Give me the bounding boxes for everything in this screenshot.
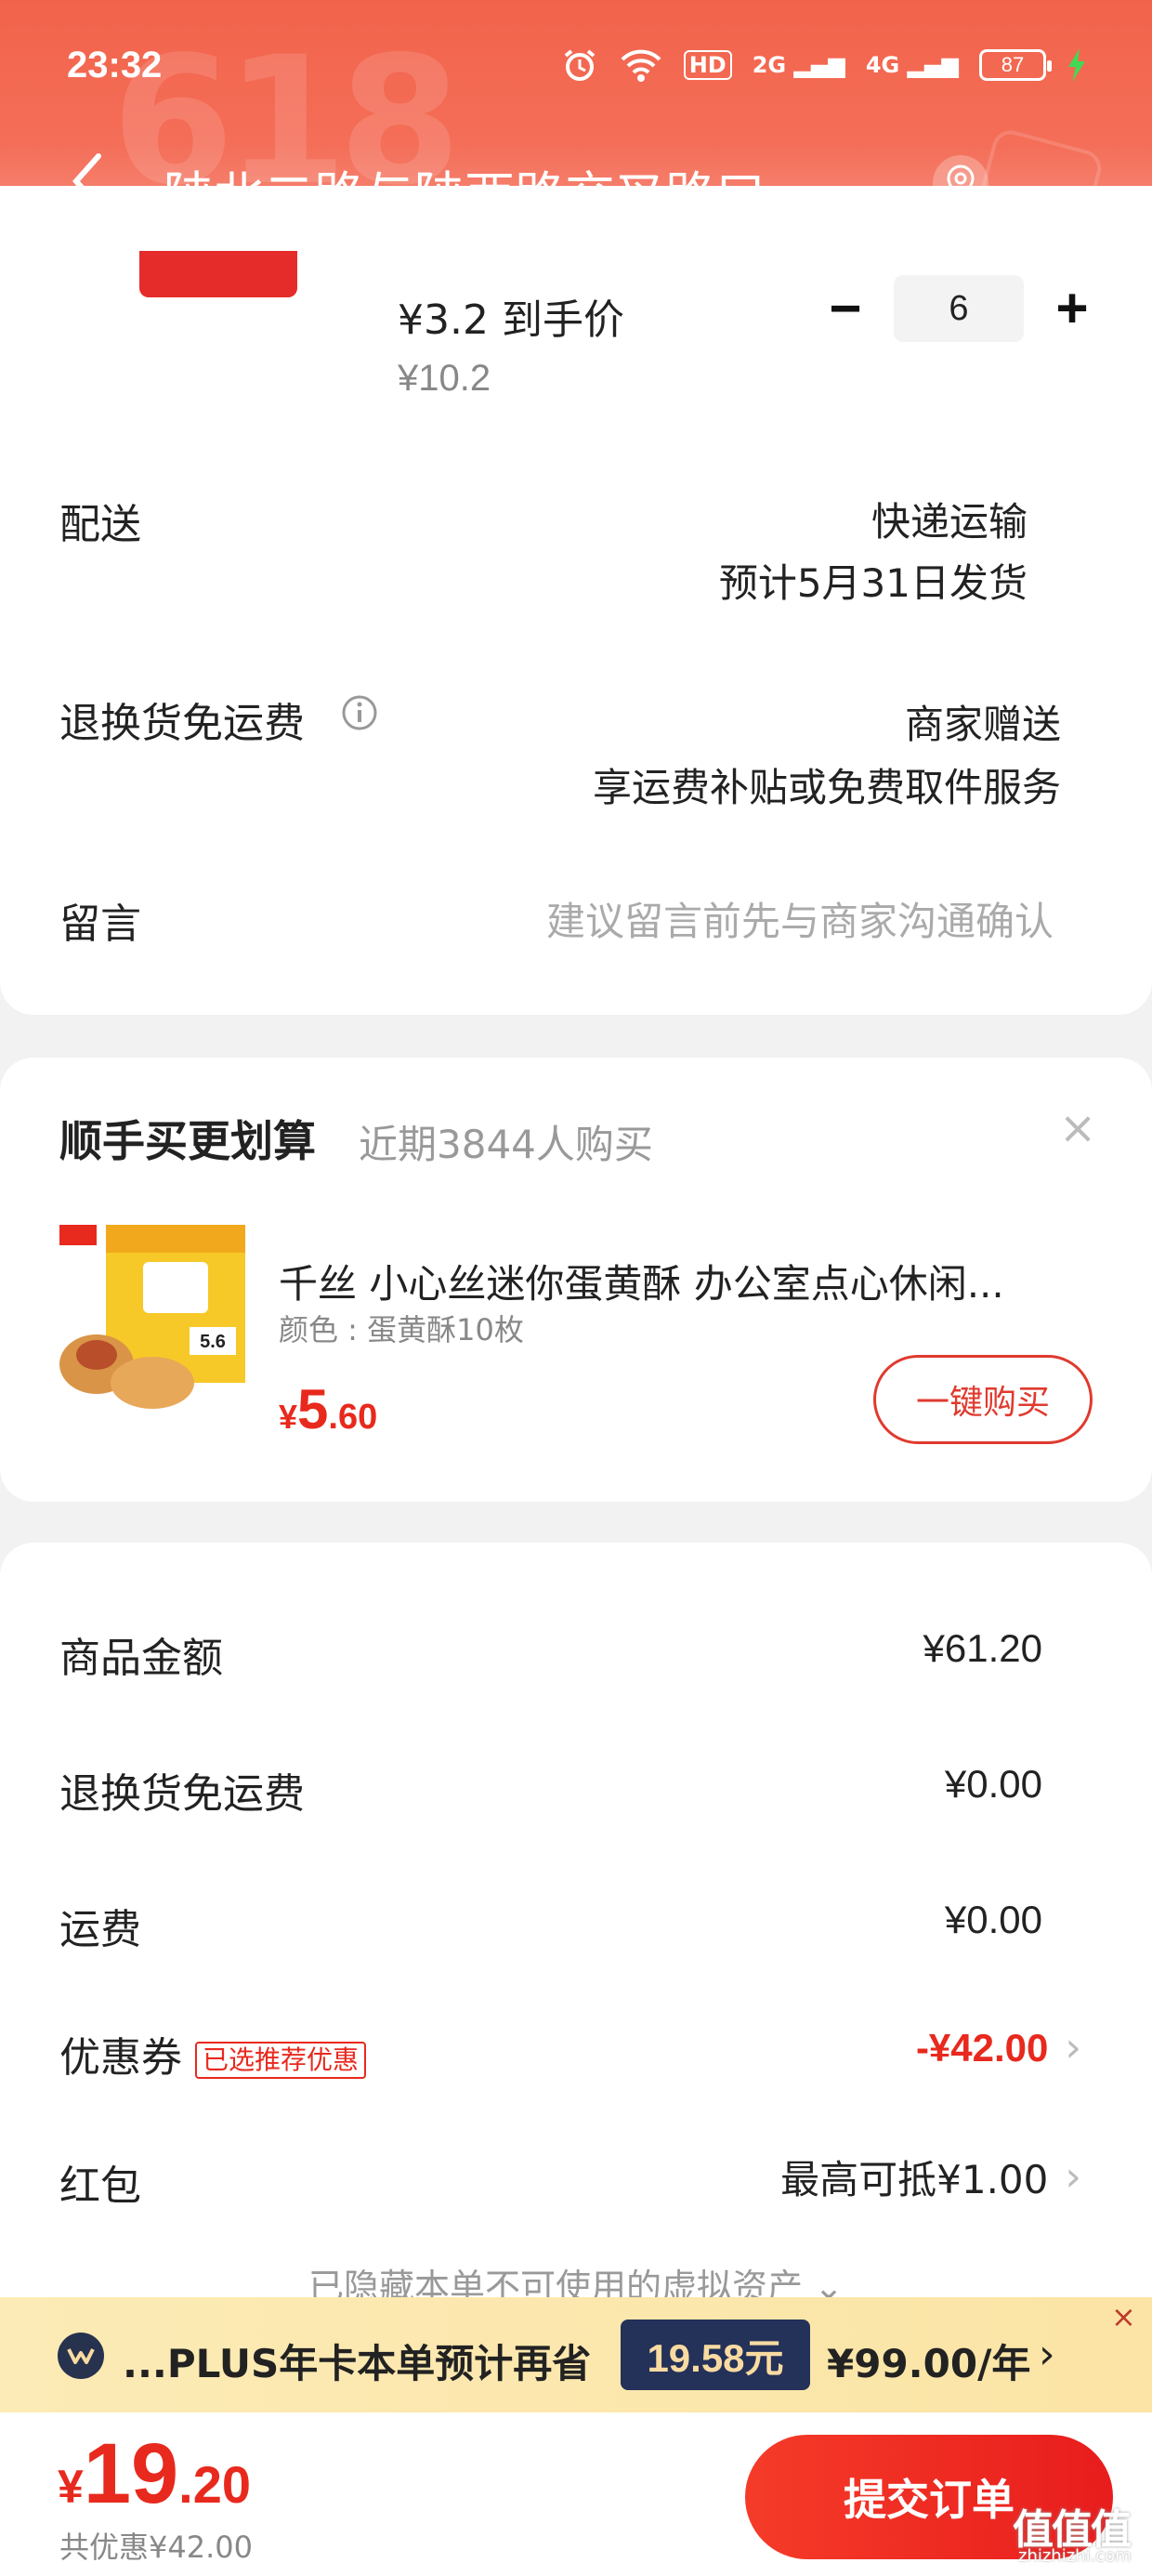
chevron-right-icon: › xyxy=(1065,2024,1081,2071)
status-time: 23:32 xyxy=(67,45,163,85)
charging-icon xyxy=(1068,48,1085,82)
one-click-buy-button[interactable]: 一键购买 xyxy=(873,1355,1093,1444)
close-banner-icon[interactable]: × xyxy=(1111,2299,1136,2334)
goods-amount-value: ¥61.20 xyxy=(923,1626,1042,1670)
battery-icon: 87 xyxy=(979,49,1052,81)
shipping-value: ¥0.00 xyxy=(944,1898,1042,1941)
delivery-label: 配送 xyxy=(59,501,141,548)
goods-amount-label: 商品金额 xyxy=(59,1635,223,1682)
total-price: ¥19.20 xyxy=(58,2426,252,2521)
watermark-url: zhizhizhi.com xyxy=(1018,2546,1132,2566)
status-icons: HD 2G ▂▄▆ 4G ▂▄▆ 87 xyxy=(561,46,1087,84)
return-fee-desc: 享运费补贴或免费取件服务 xyxy=(592,765,1061,810)
product-image xyxy=(139,251,297,297)
final-price: ¥3.2 到手价 xyxy=(398,296,624,344)
wifi-icon xyxy=(621,49,661,82)
delivery-method[interactable]: 快递运输 xyxy=(871,491,1028,547)
svg-text:5.6: 5.6 xyxy=(200,1332,226,1352)
addon-product-image: 5.6 xyxy=(59,1225,245,1409)
decrease-button[interactable]: − xyxy=(818,281,873,336)
plus-price: ¥99.00/年 xyxy=(827,2341,1031,2386)
plus-savings-badge: 19.58元 xyxy=(621,2320,810,2390)
hd-icon: HD xyxy=(683,50,732,80)
addon-title: 顺手买更划算 xyxy=(59,1116,316,1166)
addon-subtitle: 近期3844人购买 xyxy=(359,1122,653,1167)
total-discount: 共优惠¥42.00 xyxy=(59,2530,253,2565)
red-packet-label: 红包 xyxy=(59,2162,141,2210)
addon-price: ¥5.60 xyxy=(279,1378,378,1440)
close-icon[interactable]: × xyxy=(1059,1102,1096,1154)
signal-2g-icon: 2G ▂▄▆ xyxy=(752,52,845,78)
return-fee-label: 退换货免运费 xyxy=(59,700,305,747)
quantity-input[interactable]: 6 xyxy=(894,275,1024,342)
addon-product-spec: 颜色 : 蛋黄酥10枚 xyxy=(279,1312,524,1347)
plus-promo-text: ...PLUS年卡本单预计再省 xyxy=(123,2341,592,2386)
return-fee-summary-value: ¥0.00 xyxy=(944,1762,1042,1806)
return-fee-summary-label: 退换货免运费 xyxy=(59,1770,305,1818)
quantity-stepper: − 6 + xyxy=(818,275,1100,342)
message-input[interactable]: 建议留言前先与商家沟通确认 xyxy=(546,890,1054,947)
original-price: ¥10.2 xyxy=(398,358,491,399)
chevron-right-icon: › xyxy=(1065,2153,1081,2201)
coupon-label: 优惠券 已选推荐优惠 xyxy=(59,2024,367,2083)
delivery-eta: 预计5月31日发货 xyxy=(718,560,1028,606)
red-packet-value: 最高可抵¥1.00 xyxy=(780,2157,1049,2202)
increase-button[interactable]: + xyxy=(1044,281,1100,336)
shipping-label: 运费 xyxy=(59,1906,141,1953)
red-packet-row-right[interactable]: 最高可抵¥1.00 › xyxy=(780,2149,1081,2205)
coupon-recommended-badge: 已选推荐优惠 xyxy=(195,2042,367,2079)
coupon-row-right[interactable]: -¥42.00 › xyxy=(916,2024,1081,2071)
addon-product-name[interactable]: 千丝 小心丝迷你蛋黄酥 办公室点心休闲... xyxy=(279,1253,1059,1309)
coupon-value: -¥42.00 xyxy=(915,2025,1049,2070)
message-label: 留言 xyxy=(59,900,141,948)
info-icon[interactable] xyxy=(340,693,379,732)
return-fee-value: 商家赠送 xyxy=(904,702,1061,747)
plus-logo-icon xyxy=(58,2333,104,2379)
alarm-icon xyxy=(564,49,595,81)
chevron-right-icon[interactable]: › xyxy=(1039,2331,1055,2378)
signal-4g-icon: 4G ▂▄▆ xyxy=(865,52,959,78)
